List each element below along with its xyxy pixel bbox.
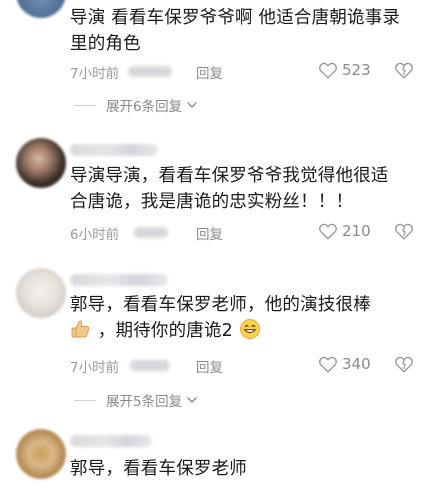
ip-location-blurred [134,227,168,238]
ip-location-blurred [128,66,172,77]
expand-replies-label: 展开5条回复 [106,394,183,410]
comment-meta: 7小时前 回复 523 [70,61,422,83]
comment-text-line: 郭导，看看车保罗老师 [70,459,247,479]
like-count: 340 [342,355,371,373]
username-blurred[interactable] [70,435,152,447]
heart-broken-icon [395,62,413,79]
avatar[interactable] [16,138,66,188]
like-button[interactable]: 210 [318,222,371,240]
heart-outline-icon [319,356,337,373]
dislike-button[interactable] [394,355,414,377]
comment-time: 6小时前 [70,227,120,243]
comment-text-line: 里的角色 [70,34,141,54]
comment-text-line: 导演导演，看看车保罗爷爷我觉得他很适 [70,166,389,186]
heart-broken-icon [395,356,413,373]
chevron-down-icon [187,102,197,108]
avatar[interactable] [16,0,66,18]
comment-text-line-with-emoji: ，期待你的唐诡2 [70,318,422,344]
expand-divider [74,399,96,401]
reply-button[interactable]: 回复 [196,223,223,243]
comment-time: 7小时前 [70,360,120,376]
expand-replies-button[interactable]: 展开5条回复 [70,390,198,410]
reply-button[interactable]: 回复 [196,62,223,82]
comment-text: 郭导，看看车保罗老师，他的演技很棒 ，期待你的唐诡2 [70,292,422,344]
expand-replies-button[interactable]: 展开6条回复 [70,95,198,115]
expand-divider [74,104,96,106]
like-count: 210 [342,222,371,240]
comment-text: 导演导演，看看车保罗爷爷我觉得他很适 合唐诡，我是唐诡的忠实粉丝！！！ [70,163,422,215]
grin-emoji-icon [239,319,260,339]
comment-text-line: 郭导，看看车保罗老师，他的演技很棒 [70,295,371,315]
like-button[interactable]: 523 [318,61,371,79]
avatar[interactable] [16,429,66,479]
like-button[interactable]: 340 [318,355,371,373]
comment-text: 导演 看看车保罗爷爷啊 他适合唐朝诡事录 里的角色 [70,5,422,57]
like-count: 523 [342,61,371,79]
dislike-button[interactable] [394,222,414,244]
username-blurred[interactable] [70,144,158,156]
comment-text-line: ，期待你的唐诡2 [97,321,233,341]
chevron-down-icon [187,397,197,403]
comment-text-line: 导演 看看车保罗爷爷啊 他适合唐朝诡事录 [70,8,401,28]
heart-outline-icon [319,62,337,79]
username-blurred[interactable] [70,274,168,286]
comment-meta: 7小时前 回复 340 [70,355,422,377]
heart-broken-icon [395,223,413,240]
avatar[interactable] [16,268,66,318]
comment-text: 郭导，看看车保罗老师 [70,456,422,482]
heart-outline-icon [319,223,337,240]
expand-replies-label: 展开6条回复 [106,99,183,115]
dislike-button[interactable] [394,61,414,83]
comment-meta: 6小时前 回复 210 [70,222,422,244]
comment-text-line: 合唐诡，我是唐诡的忠实粉丝！！！ [70,192,354,212]
ip-location-blurred [130,360,170,371]
comment-time: 7小时前 [70,66,120,82]
thumbs-up-emoji-icon [71,320,90,338]
comment-list: 导演 看看车保罗爷爷啊 他适合唐朝诡事录 里的角色 7小时前 回复 523 展开… [0,0,436,489]
reply-button[interactable]: 回复 [196,356,223,376]
